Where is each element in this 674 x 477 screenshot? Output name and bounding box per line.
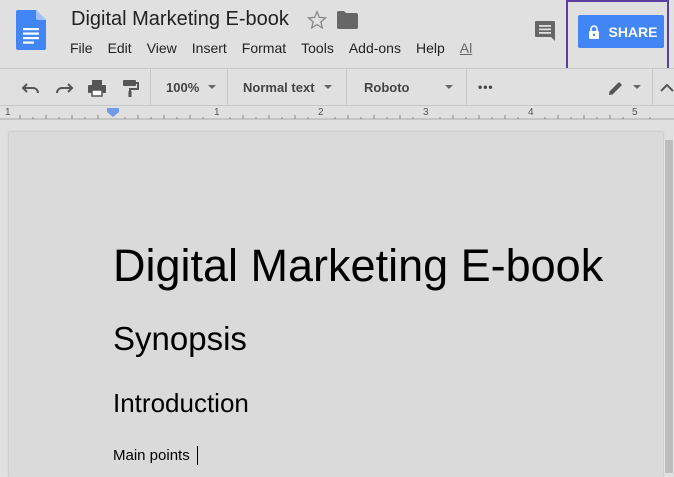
ruler-label: 4 <box>528 107 534 118</box>
menu-file[interactable]: File <box>70 40 93 58</box>
ruler-label: 5 <box>632 107 638 118</box>
style-value: Normal text <box>243 79 315 95</box>
comments-icon[interactable] <box>534 20 556 42</box>
folder-icon[interactable] <box>337 11 358 29</box>
ruler[interactable]: 1 1 2 3 4 5 <box>0 106 674 122</box>
menu-last-edit-link[interactable]: Al <box>460 40 472 58</box>
more-options-button[interactable]: ••• <box>478 69 494 105</box>
toolbar-separator <box>652 69 653 105</box>
paint-format-icon[interactable] <box>120 78 140 98</box>
doc-heading-1[interactable]: Synopsis <box>113 320 247 358</box>
top-bar: Digital Marketing E-book File Edit View … <box>0 0 674 78</box>
menu-edit[interactable]: Edit <box>108 40 132 58</box>
ruler-label: 1 <box>5 107 11 118</box>
document-page[interactable] <box>9 132 663 477</box>
zoom-value: 100% <box>166 79 200 95</box>
menu-add-ons[interactable]: Add-ons <box>349 40 401 58</box>
ruler-label: 1 <box>214 107 220 118</box>
font-select[interactable]: Roboto <box>364 69 409 105</box>
indent-marker-icon <box>107 108 119 117</box>
menu-format[interactable]: Format <box>242 40 286 58</box>
redo-icon[interactable] <box>54 78 74 98</box>
print-icon[interactable] <box>87 78 107 98</box>
toolbar-separator <box>227 69 228 105</box>
menu-insert[interactable]: Insert <box>192 40 227 58</box>
toolbar: 100% Normal text Roboto ••• <box>0 68 674 106</box>
ruler-label: 3 <box>423 107 429 118</box>
pencil-edit-icon[interactable] <box>606 78 626 98</box>
more-options-icon: ••• <box>478 80 494 94</box>
editing-mode-caret-icon[interactable] <box>633 85 641 89</box>
toolbar-separator <box>466 69 467 105</box>
share-highlight-box <box>566 0 669 78</box>
style-caret-icon <box>324 85 332 89</box>
document-canvas <box>0 122 674 477</box>
font-value: Roboto <box>364 79 410 95</box>
menu-tools[interactable]: Tools <box>301 40 334 58</box>
toolbar-separator <box>346 69 347 105</box>
text-cursor <box>197 446 198 465</box>
scrollbar-thumb[interactable] <box>665 140 673 473</box>
zoom-select[interactable]: 100% <box>166 69 199 105</box>
style-select[interactable]: Normal text <box>243 69 315 105</box>
toolbar-separator <box>150 69 151 105</box>
ruler-ticks <box>0 108 674 120</box>
menu-help[interactable]: Help <box>416 40 445 58</box>
font-caret-icon <box>445 85 453 89</box>
doc-heading-2[interactable]: Introduction <box>113 388 249 419</box>
document-title[interactable]: Digital Marketing E-book <box>71 8 289 31</box>
star-icon[interactable] <box>306 9 328 31</box>
zoom-caret-icon <box>208 85 216 89</box>
undo-icon[interactable] <box>21 78 41 98</box>
collapse-chevron-icon[interactable] <box>657 78 674 98</box>
docs-logo-icon[interactable] <box>16 10 46 50</box>
doc-paragraph[interactable]: Main points <box>113 447 190 464</box>
doc-title-text[interactable]: Digital Marketing E-book <box>113 240 603 292</box>
menu-bar: File Edit View Insert Format Tools Add-o… <box>70 40 472 58</box>
ruler-label: 2 <box>318 107 324 118</box>
menu-view[interactable]: View <box>147 40 177 58</box>
